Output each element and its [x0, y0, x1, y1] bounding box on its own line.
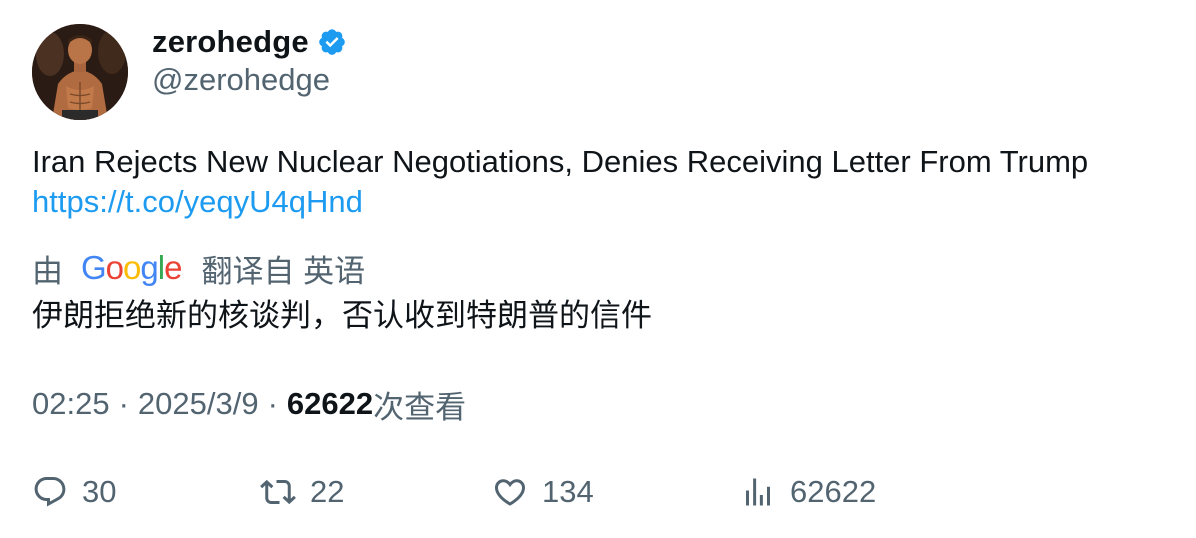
avatar[interactable] — [32, 24, 128, 120]
views-button[interactable]: 62622 — [740, 470, 876, 514]
tweet-text: Iran Rejects New Nuclear Negotiations, D… — [32, 142, 1172, 222]
display-name[interactable]: zerohedge — [152, 24, 309, 60]
verified-badge-icon — [317, 27, 347, 57]
views-label: 次查看 — [373, 389, 467, 425]
reply-count: 30 — [82, 474, 117, 509]
action-bar: 30 22 134 62622 — [32, 470, 1172, 514]
translated-from-label[interactable]: 翻译自 英语 — [201, 246, 365, 291]
handle[interactable]: @zerohedge — [152, 62, 330, 98]
like-count: 134 — [542, 474, 594, 509]
translation-attribution: 由 Google 翻译自 英语 — [32, 246, 365, 290]
retweet-count: 22 — [310, 474, 345, 509]
like-button[interactable]: 134 — [492, 470, 594, 514]
views-count-action: 62622 — [790, 474, 877, 509]
separator: · — [267, 386, 278, 421]
separator: · — [118, 386, 129, 421]
author-name-row: zerohedge — [152, 22, 347, 62]
translated-text: 伊朗拒绝新的核谈判，否认收到特朗普的信件 — [32, 298, 652, 333]
google-logo-icon: Google — [81, 249, 182, 286]
avatar-image — [32, 24, 128, 120]
tweet-meta: 02:25 · 2025/3/9 · 62622 次查看 — [32, 384, 467, 425]
views-chart-icon — [746, 478, 770, 506]
tweet-date[interactable]: 2025/3/9 — [138, 386, 259, 422]
reply-button[interactable]: 30 — [32, 470, 116, 514]
tweet-link[interactable]: https://t.co/yeqyU4qHnd — [32, 182, 1172, 222]
views-count: 62622 — [286, 386, 374, 421]
translated-by-label: 由 — [32, 253, 63, 289]
heart-icon — [494, 479, 526, 506]
tweet-card: zerohedge @zerohedge Iran Rejects New Nu… — [0, 0, 1196, 538]
retweet-icon — [260, 479, 296, 505]
retweet-button[interactable]: 22 — [260, 470, 344, 514]
reply-icon — [34, 477, 66, 507]
tweet-body: Iran Rejects New Nuclear Negotiations, D… — [32, 144, 1089, 179]
tweet-time[interactable]: 02:25 — [32, 386, 110, 422]
